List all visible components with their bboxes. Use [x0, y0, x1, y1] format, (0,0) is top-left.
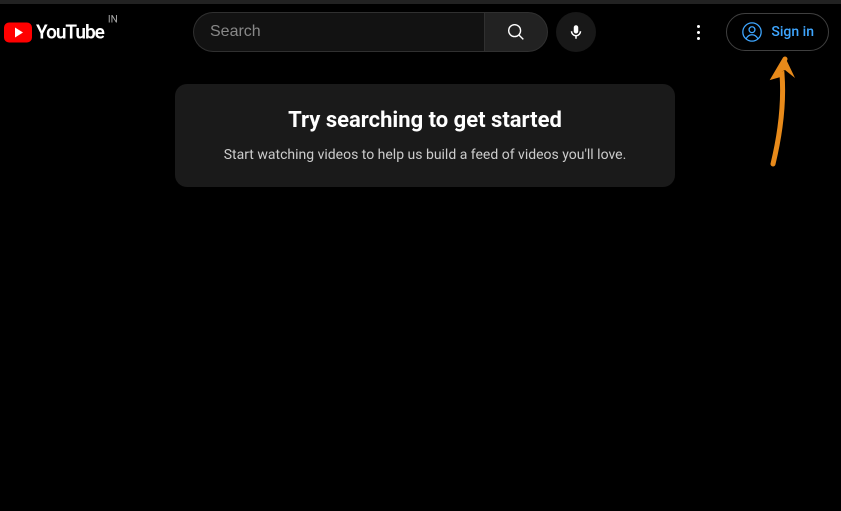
empty-state-card: Try searching to get started Start watch…: [175, 84, 675, 187]
search-region: [193, 12, 596, 52]
search-button[interactable]: [484, 12, 548, 52]
youtube-play-icon: [4, 22, 32, 42]
play-triangle-icon: [15, 27, 23, 37]
logo-region[interactable]: YouTube IN: [4, 21, 118, 44]
header: YouTube IN Sign in: [0, 4, 841, 60]
annotation-arrow-icon: [765, 54, 805, 174]
header-right: Sign in: [678, 12, 829, 52]
voice-search-button[interactable]: [556, 12, 596, 52]
search-input[interactable]: [210, 23, 468, 41]
empty-state-subtitle: Start watching videos to help us build a…: [195, 147, 655, 163]
kebab-icon: [697, 25, 700, 40]
country-code: IN: [108, 15, 118, 26]
signin-label: Sign in: [771, 24, 814, 40]
user-icon: [741, 21, 763, 43]
youtube-wordmark: YouTube: [36, 21, 104, 44]
search-icon: [505, 21, 527, 43]
microphone-icon: [567, 23, 585, 41]
empty-state-title: Try searching to get started: [195, 108, 655, 133]
youtube-logo: YouTube: [4, 21, 104, 44]
more-options-button[interactable]: [678, 12, 718, 52]
search-box[interactable]: [193, 12, 484, 52]
signin-button[interactable]: Sign in: [726, 13, 829, 51]
